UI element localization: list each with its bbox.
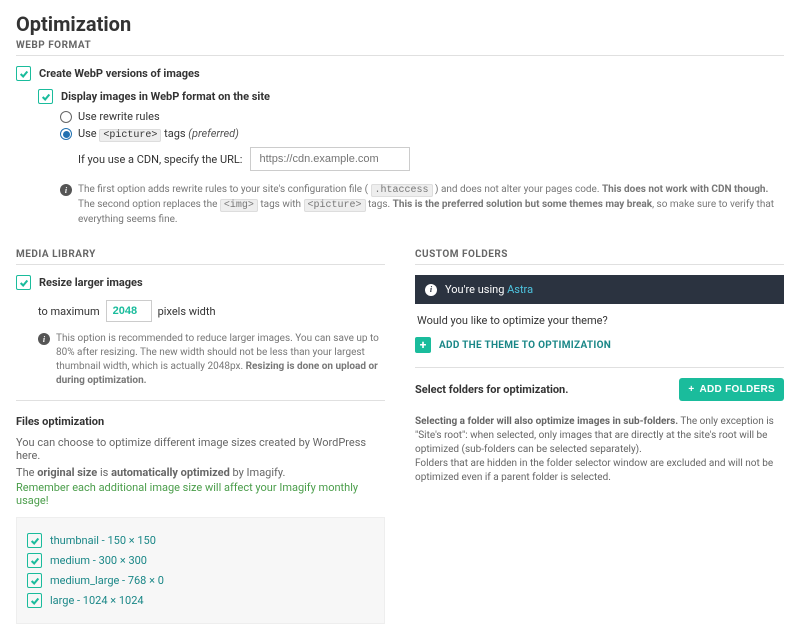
cdn-label: If you use a CDN, specify the URL:	[78, 153, 242, 166]
add-folders-button[interactable]: +ADD FOLDERS	[679, 378, 784, 401]
size-thumbnail-label: thumbnail - 150 × 150	[50, 534, 156, 547]
rewrite-rules-label: Use rewrite rules	[78, 110, 160, 123]
size-medium-label: medium - 300 × 300	[50, 554, 147, 567]
size-medium-large-label: medium_large - 768 × 0	[50, 574, 164, 587]
size-medium-checkbox[interactable]	[27, 553, 42, 568]
add-theme-plus-icon[interactable]: +	[415, 337, 431, 353]
create-webp-label: Create WebP versions of images	[39, 67, 200, 80]
files-opt-line2: The original size is automatically optim…	[16, 466, 385, 479]
custom-folders-label: CUSTOM FOLDERS	[415, 249, 784, 260]
divider	[16, 400, 385, 401]
picture-tags-radio[interactable]	[60, 128, 72, 140]
max-width-input[interactable]	[106, 300, 152, 322]
folder-note: Selecting a folder will also optimize im…	[415, 415, 784, 485]
divider	[415, 264, 784, 265]
webp-info-text: The first option adds rewrite rules to y…	[78, 183, 784, 227]
plus-icon: +	[688, 384, 694, 395]
info-icon: i	[38, 333, 50, 345]
divider	[16, 264, 385, 265]
divider	[16, 55, 784, 56]
files-opt-title: Files optimization	[16, 415, 385, 428]
optimize-theme-question: Would you like to optimize your theme?	[417, 314, 784, 327]
resize-info-text: This option is recommended to reduce lar…	[56, 332, 385, 388]
page-title: Optimization	[16, 12, 784, 36]
select-folders-label: Select folders for optimization.	[415, 383, 568, 396]
theme-name: Astra	[507, 283, 533, 296]
create-webp-checkbox[interactable]	[16, 66, 31, 81]
theme-banner: i You're using Astra	[415, 275, 784, 304]
files-opt-desc: You can choose to optimize different ima…	[16, 436, 385, 462]
add-theme-button[interactable]: ADD THE THEME TO OPTIMIZATION	[439, 340, 611, 351]
info-icon: i	[60, 184, 72, 196]
resize-larger-checkbox[interactable]	[16, 275, 31, 290]
size-medium-large-checkbox[interactable]	[27, 573, 42, 588]
size-thumbnail-checkbox[interactable]	[27, 533, 42, 548]
info-icon: i	[425, 284, 437, 296]
display-webp-label: Display images in WebP format on the sit…	[61, 90, 270, 103]
cdn-url-input[interactable]	[250, 147, 410, 171]
to-maximum-label: to maximum	[38, 305, 100, 318]
divider	[415, 367, 784, 368]
media-library-label: MEDIA LIBRARY	[16, 249, 385, 260]
pixels-width-label: pixels width	[158, 305, 216, 318]
files-opt-warning: Remember each additional image size will…	[16, 481, 385, 507]
picture-tags-label: Use <picture> tags (preferred)	[78, 127, 239, 141]
sizes-list: thumbnail - 150 × 150 medium - 300 × 300…	[16, 517, 385, 624]
webp-section-label: WEBP FORMAT	[16, 40, 784, 51]
rewrite-rules-radio[interactable]	[60, 111, 72, 123]
display-webp-checkbox[interactable]	[38, 89, 53, 104]
size-large-label: large - 1024 × 1024	[50, 594, 144, 607]
resize-larger-label: Resize larger images	[39, 276, 143, 289]
size-large-checkbox[interactable]	[27, 593, 42, 608]
